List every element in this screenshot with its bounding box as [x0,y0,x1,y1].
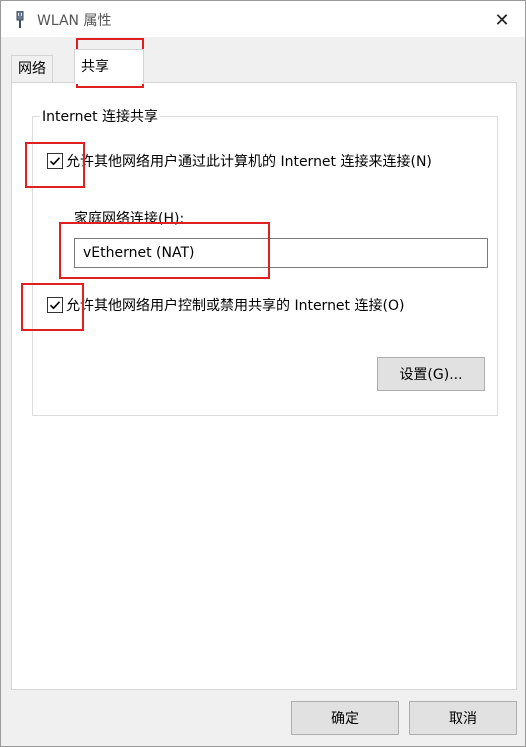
sharing-tab-panel: Internet 连接共享 允许其他网络用户通过此计算机的 Internet 连… [11,82,517,690]
close-icon[interactable]: ✕ [489,7,515,33]
cancel-button[interactable]: 取消 [409,701,517,735]
wlan-properties-window: WLAN 属性 ✕ 网络 共享 Internet 连接共享 允许其他网络用户通过… [0,0,526,747]
network-adapter-icon [14,10,26,29]
tab-network[interactable]: 网络 [11,55,53,82]
checkbox-box[interactable] [47,153,63,169]
settings-button[interactable]: 设置(G)... [377,357,485,391]
tab-sharing[interactable]: 共享 [74,49,144,84]
checkmark-icon [49,301,61,310]
allow-control-checkbox[interactable]: 允许其他网络用户控制或禁用共享的 Internet 连接(O) [47,295,404,315]
ok-button[interactable]: 确定 [291,701,399,735]
checkbox-box[interactable] [47,297,63,313]
allow-share-label: 允许其他网络用户通过此计算机的 Internet 连接来连接(N) [66,154,432,170]
checkmark-icon [49,157,61,166]
home-network-label: 家庭网络连接(H): [74,211,185,227]
allow-control-label: 允许其他网络用户控制或禁用共享的 Internet 连接(O) [66,298,405,314]
group-legend: Internet 连接共享 [40,106,161,126]
allow-share-checkbox[interactable]: 允许其他网络用户通过此计算机的 Internet 连接来连接(N) [47,151,432,171]
window-title: WLAN 属性 [37,13,112,29]
title-bar: WLAN 属性 ✕ [1,1,525,37]
home-network-field[interactable]: vEthernet (NAT) [74,238,488,268]
